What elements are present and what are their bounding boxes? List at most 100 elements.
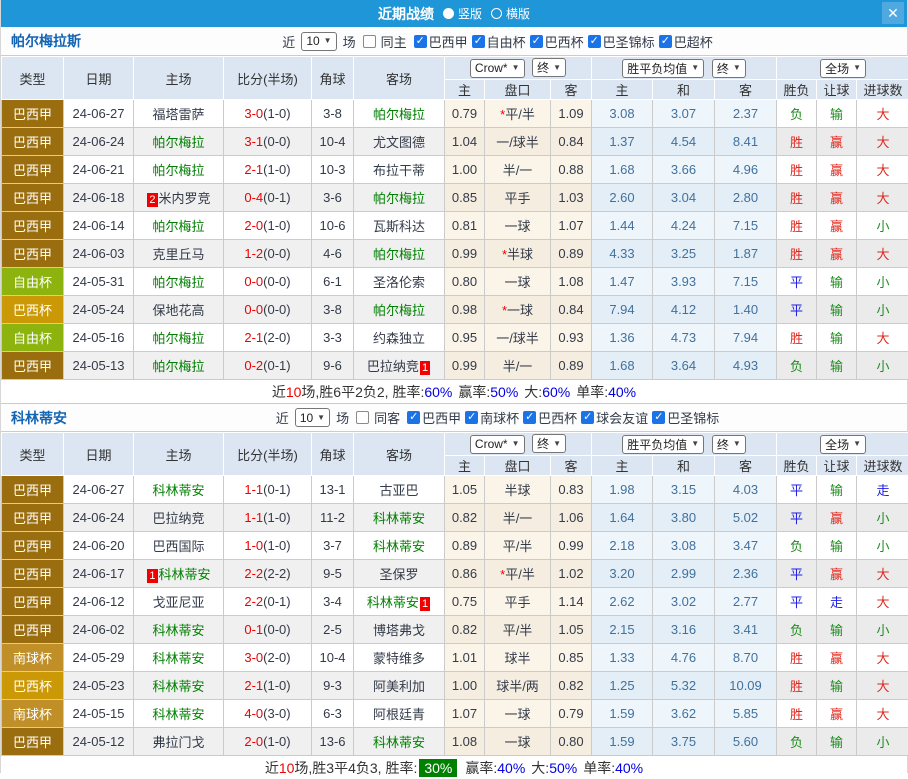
league-filter-checkbox[interactable]: [407, 411, 420, 424]
avg-draw-cell: 3.64: [653, 352, 715, 380]
odds-final-select[interactable]: 终▼: [532, 434, 566, 453]
avg-type-select[interactable]: 胜平负均值▼: [622, 435, 704, 454]
avg-home-cell: 2.18: [592, 532, 653, 560]
chevron-down-icon: ▼: [512, 440, 520, 448]
date-cell: 24-06-21: [64, 156, 134, 184]
date-cell: 24-05-12: [64, 728, 134, 756]
league-filter-checkbox[interactable]: [472, 35, 485, 48]
avg-final-select[interactable]: 终▼: [712, 59, 746, 78]
avg-type-select[interactable]: 胜平负均值▼: [622, 59, 704, 78]
summary-stat-value: 50%: [549, 760, 577, 776]
summary-record-text: 场,胜6平2负2, 胜率:: [301, 382, 424, 402]
away-team-cell: 蒙特维多: [354, 644, 445, 672]
avg-home-cell: 7.94: [592, 296, 653, 324]
match-row: 巴西甲24-06-27科林蒂安1-1(0-1)13-1古亚巴1.05半球0.83…: [2, 476, 908, 504]
score-cell: 2-1(1-0): [224, 156, 312, 184]
match-row: 巴西杯24-05-24保地花高0-0(0-0)3-8帕尔梅拉0.98*一球0.8…: [2, 296, 908, 324]
team-name-link[interactable]: 帕尔梅拉斯: [11, 31, 81, 51]
match-count-select[interactable]: 10▼: [295, 408, 330, 427]
odds-final-select[interactable]: 终▼: [532, 58, 566, 77]
away-team-cell: 约森独立: [354, 324, 445, 352]
league-filter-checkbox[interactable]: [652, 411, 665, 424]
league-filter-checkbox[interactable]: [530, 35, 543, 48]
odds-away-cell: 1.09: [551, 100, 592, 128]
chevron-down-icon: ▼: [733, 64, 741, 72]
league-filter-checkbox[interactable]: [659, 35, 672, 48]
team-name: 阿根廷青: [373, 707, 425, 722]
result-handicap-cell: 走: [817, 588, 857, 616]
league-filter-checkbox[interactable]: [588, 35, 601, 48]
same-venue-checkbox[interactable]: [363, 35, 376, 48]
col-odds-home: 主: [445, 456, 485, 476]
vertical-layout-label[interactable]: 竖版: [458, 5, 482, 22]
corner-cell: 2-5: [312, 616, 354, 644]
competition-type-cell: 巴西杯: [2, 672, 64, 700]
team-name: 帕尔梅拉: [373, 303, 425, 318]
match-count-select[interactable]: 10▼: [301, 32, 336, 51]
col-score: 比分(半场): [224, 433, 312, 476]
league-filter-checkbox[interactable]: [581, 411, 594, 424]
handicap-value: 一球: [504, 275, 530, 290]
home-team-cell: 2米内罗竞: [134, 184, 224, 212]
chevron-down-icon: ▼: [553, 440, 561, 448]
odds-company-select[interactable]: Crow*▼: [470, 435, 525, 454]
horizontal-layout-label[interactable]: 横版: [506, 5, 530, 22]
league-filter-checkbox[interactable]: [465, 411, 478, 424]
team-name: 克里丘马: [152, 247, 204, 262]
col-home: 主场: [134, 57, 224, 100]
corner-cell: 3-4: [312, 588, 354, 616]
avg-home-cell: 1.68: [592, 352, 653, 380]
fullmatch-select[interactable]: 全场▼: [820, 435, 866, 454]
result-goals-cell: 大: [857, 644, 908, 672]
corner-cell: 3-8: [312, 100, 354, 128]
result-goals-cell: 走: [857, 476, 908, 504]
fulltime-score: 0-2: [244, 358, 263, 373]
handicap-value: 一球: [507, 303, 533, 318]
avg-draw-cell: 3.16: [653, 616, 715, 644]
handicap-value: 半球: [504, 483, 530, 498]
result-wl-cell: 负: [777, 532, 817, 560]
corner-cell: 6-1: [312, 268, 354, 296]
avg-draw-cell: 4.73: [653, 324, 715, 352]
result-wl-cell: 负: [777, 100, 817, 128]
handicap-value: 平手: [504, 191, 530, 206]
fullmatch-select[interactable]: 全场▼: [820, 59, 866, 78]
close-icon[interactable]: ✕: [882, 2, 904, 24]
handicap-cell: *平/半: [485, 100, 551, 128]
handicap-cell: 一球: [485, 268, 551, 296]
avg-away-cell: 7.15: [715, 212, 777, 240]
col-odds-away: 客: [551, 80, 592, 100]
league-filter-label: 巴西杯: [538, 408, 577, 427]
team-name: 帕尔梅拉: [152, 331, 204, 346]
fulltime-score: 2-1: [244, 162, 263, 177]
date-cell: 24-05-13: [64, 352, 134, 380]
odds-home-cell: 1.07: [445, 700, 485, 728]
team-name: 米内罗竞: [159, 191, 211, 206]
section-summary: 近10场,胜3平4负3, 胜率:30%赢率:40%大:50%单率:40%: [1, 756, 907, 779]
horizontal-layout-radio[interactable]: [491, 8, 502, 19]
team-name: 帕尔梅拉: [152, 135, 204, 150]
avg-home-cell: 1.59: [592, 728, 653, 756]
halftime-score: (0-1): [263, 358, 290, 373]
col-type: 类型: [2, 57, 64, 100]
avg-final-select[interactable]: 终▼: [712, 435, 746, 454]
avg-home-cell: 1.36: [592, 324, 653, 352]
odds-company-select[interactable]: Crow*▼: [470, 59, 525, 78]
date-cell: 24-05-23: [64, 672, 134, 700]
league-filter-checkbox[interactable]: [414, 35, 427, 48]
same-venue-checkbox[interactable]: [356, 411, 369, 424]
league-filter-checkbox[interactable]: [523, 411, 536, 424]
vertical-layout-radio[interactable]: [443, 8, 454, 19]
score-cell: 0-1(0-0): [224, 616, 312, 644]
result-handicap-cell: 赢: [817, 240, 857, 268]
corner-cell: 10-6: [312, 212, 354, 240]
team-name-link[interactable]: 科林蒂安: [11, 408, 67, 428]
team-name: 弗拉门戈: [152, 735, 204, 750]
league-filter-label: 巴圣锦标: [603, 32, 655, 51]
home-team-cell: 帕尔梅拉: [134, 156, 224, 184]
league-filter-label: 巴西甲: [429, 32, 468, 51]
corner-cell: 3-8: [312, 296, 354, 324]
avg-draw-cell: 3.62: [653, 700, 715, 728]
avg-away-cell: 10.09: [715, 672, 777, 700]
score-cell: 0-2(0-1): [224, 352, 312, 380]
